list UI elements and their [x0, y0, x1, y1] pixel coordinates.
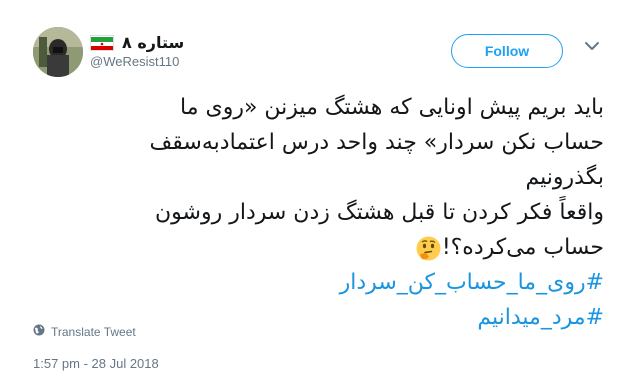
tweet-line-4: واقعاً فکر کردن تا قبل هشتگ زدن سردار رو… — [155, 200, 604, 225]
chevron-down-icon[interactable] — [582, 36, 602, 56]
user-handle[interactable]: @WeResist110 — [90, 54, 179, 69]
follow-button[interactable]: Follow — [451, 34, 563, 68]
translate-label: Translate Tweet — [51, 324, 136, 339]
tweet-line-5-text: حساب می‌کرده؟! — [441, 235, 604, 260]
globe-icon — [33, 324, 45, 339]
avatar-image — [33, 27, 83, 77]
tweet-line-5: حساب می‌کرده؟! — [24, 230, 604, 265]
iran-flag-icon — [90, 34, 114, 51]
tweet-text: باید بریم پیش اونایی که هشتگ میزنن «روی … — [24, 90, 604, 335]
tweet-line-1: باید بریم پیش اونایی که هشتگ میزنن «روی … — [180, 95, 604, 120]
translate-tweet-link[interactable]: Translate Tweet — [33, 324, 136, 339]
display-name[interactable]: ستاره ۸ — [122, 33, 184, 52]
avatar[interactable] — [33, 27, 83, 77]
tweet-line-3: بگذرونیم — [525, 165, 604, 190]
hashtag-link-1[interactable]: #روی_ما_حساب_کن_سردار — [24, 265, 604, 300]
tweet-timestamp[interactable]: 1:57 pm - 28 Jul 2018 — [33, 356, 159, 371]
thinking-face-icon — [415, 235, 442, 262]
tweet-line-2: حساب نکن سردار» چند واحد درس اعتمادبه‌سق… — [149, 130, 604, 155]
